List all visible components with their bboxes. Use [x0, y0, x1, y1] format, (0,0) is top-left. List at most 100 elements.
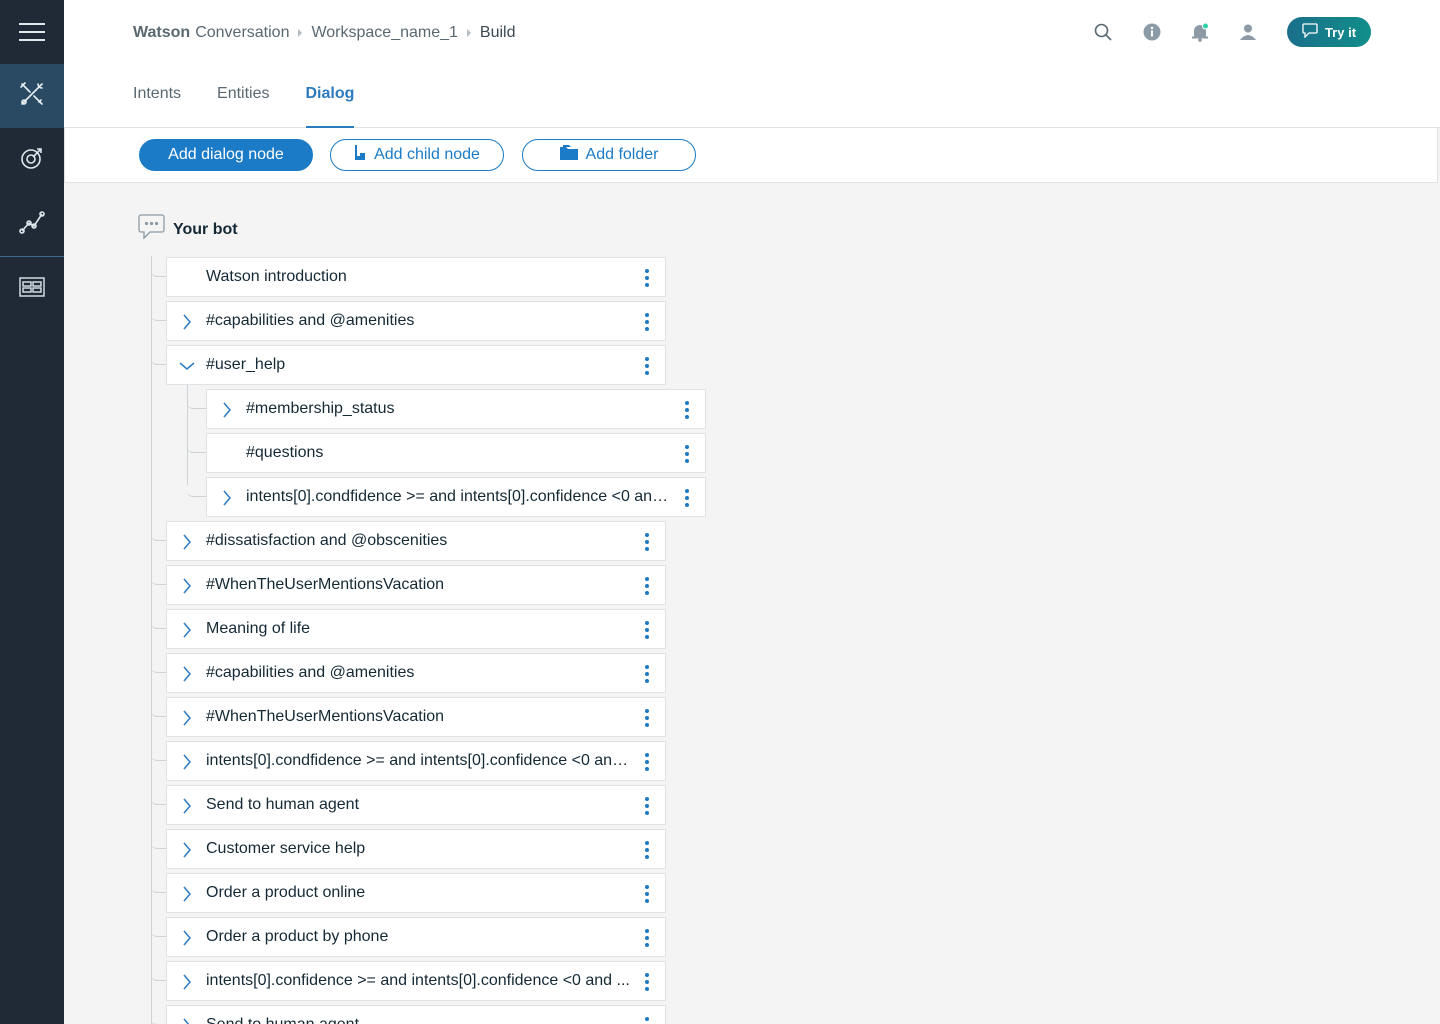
chevron-right-icon[interactable] — [179, 929, 195, 947]
menu-icon[interactable] — [0, 0, 64, 64]
overflow-menu-icon[interactable] — [683, 445, 691, 463]
tab-dialog[interactable]: Dialog — [305, 85, 354, 128]
overflow-menu-icon[interactable] — [683, 401, 691, 419]
breadcrumb-conversation[interactable]: Conversation — [195, 24, 289, 42]
chevron-right-icon[interactable] — [179, 313, 195, 331]
sidebar-item-analytics[interactable] — [0, 192, 64, 256]
dialog-node[interactable]: #dissatisfaction and @obscenities — [166, 521, 666, 561]
chevron-right-icon[interactable] — [179, 753, 195, 771]
chevron-right-icon[interactable] — [179, 1017, 195, 1024]
header: Watson Conversation Workspace_name_1 Bui… — [64, 0, 1440, 128]
node-label: #dissatisfaction and @obscenities — [206, 532, 448, 549]
overflow-menu-icon[interactable] — [683, 489, 691, 507]
dialog-child-node[interactable]: #questions — [206, 433, 706, 473]
tree-connector — [151, 701, 166, 717]
node-label: #capabilities and @amenities — [206, 312, 415, 329]
node-label: Order a product by phone — [206, 928, 389, 945]
breadcrumb-workspace[interactable]: Workspace_name_1 — [311, 24, 457, 42]
overflow-menu-icon[interactable] — [643, 973, 651, 991]
dialog-node[interactable]: #WhenTheUserMentionsVacation — [166, 565, 666, 605]
sidebar-item-improve[interactable] — [0, 128, 64, 192]
add-child-node-button[interactable]: Add child node — [330, 139, 504, 171]
node-label: Order a product online — [206, 884, 366, 901]
chevron-right-icon[interactable] — [179, 621, 195, 639]
chevron-right-icon[interactable] — [219, 401, 235, 419]
overflow-menu-icon[interactable] — [643, 357, 651, 375]
tools-icon — [19, 81, 45, 112]
dialog-node[interactable]: intents[0].condfidence >= and intents[0]… — [166, 741, 666, 781]
overflow-menu-icon[interactable] — [643, 313, 651, 331]
overflow-menu-icon[interactable] — [643, 929, 651, 947]
breadcrumb-separator-icon — [466, 29, 471, 37]
dashboard-icon — [19, 276, 45, 302]
node-label: #WhenTheUserMentionsVacation — [206, 576, 445, 593]
node-label: intents[0].condfidence >= and intents[0]… — [246, 488, 671, 505]
overflow-menu-icon[interactable] — [643, 665, 651, 683]
try-it-label: Try it — [1324, 24, 1357, 40]
chevron-right-icon[interactable] — [179, 973, 195, 991]
tree-connector — [151, 921, 166, 937]
dialog-node[interactable]: intents[0].confidence >= and intents[0].… — [166, 961, 666, 1001]
dialog-node[interactable]: #capabilities and @amenities — [166, 301, 666, 341]
tree-connector — [151, 789, 166, 805]
chevron-down-icon[interactable] — [179, 357, 195, 375]
dialog-node[interactable]: #capabilities and @amenities — [166, 653, 666, 693]
child-trunk-line — [187, 385, 188, 485]
add-folder-button[interactable]: Add folder — [522, 139, 696, 171]
child-node-icon — [354, 145, 366, 165]
chevron-right-icon[interactable] — [179, 533, 195, 551]
brand-name: Watson — [133, 24, 191, 41]
sidebar-item-build[interactable] — [0, 64, 64, 128]
dialog-node[interactable]: Customer service help — [166, 829, 666, 869]
node-label: #WhenTheUserMentionsVacation — [206, 708, 445, 725]
sidebar — [0, 0, 64, 1024]
node-label: Meaning of life — [206, 620, 311, 637]
chevron-right-icon[interactable] — [179, 841, 195, 859]
info-icon[interactable] — [1140, 20, 1164, 44]
user-avatar-icon[interactable] — [1236, 20, 1260, 44]
node-label: #questions — [246, 444, 324, 461]
tab-intents[interactable]: Intents — [133, 85, 181, 128]
dialog-node[interactable]: Meaning of life — [166, 609, 666, 649]
search-icon[interactable] — [1091, 20, 1115, 44]
dialog-node[interactable]: Send to human agent — [166, 1005, 666, 1024]
dialog-child-node[interactable]: #membership_status — [206, 389, 706, 429]
chevron-right-icon[interactable] — [179, 665, 195, 683]
chevron-right-icon[interactable] — [179, 885, 195, 903]
dialog-node[interactable]: Order a product online — [166, 873, 666, 913]
node-label: Send to human agent — [206, 1016, 359, 1024]
dialog-node[interactable]: Send to human agent — [166, 785, 666, 825]
chevron-right-icon[interactable] — [179, 577, 195, 595]
overflow-menu-icon[interactable] — [643, 577, 651, 595]
overflow-menu-icon[interactable] — [643, 885, 651, 903]
dialog-child-node[interactable]: intents[0].condfidence >= and intents[0]… — [206, 477, 706, 517]
dialog-node[interactable]: #WhenTheUserMentionsVacation — [166, 697, 666, 737]
tree-connector — [151, 965, 166, 981]
folder-icon — [559, 145, 578, 165]
overflow-menu-icon[interactable] — [643, 841, 651, 859]
tab-entities[interactable]: Entities — [217, 85, 269, 128]
node-label: #capabilities and @amenities — [206, 664, 415, 681]
add-dialog-node-button[interactable]: Add dialog node — [139, 139, 313, 171]
chevron-right-icon[interactable] — [179, 797, 195, 815]
overflow-menu-icon[interactable] — [643, 533, 651, 551]
chat-bubble-icon — [1302, 23, 1318, 41]
overflow-menu-icon[interactable] — [643, 621, 651, 639]
overflow-menu-icon[interactable] — [643, 1017, 651, 1024]
dialog-node[interactable]: #user_help — [166, 345, 666, 385]
notification-bell-icon[interactable] — [1188, 20, 1212, 44]
overflow-menu-icon[interactable] — [643, 269, 651, 287]
dialog-node[interactable]: Order a product by phone — [166, 917, 666, 957]
target-icon — [19, 145, 45, 176]
tree-connector — [151, 261, 166, 277]
node-label: #membership_status — [246, 400, 395, 417]
tree-connector — [151, 877, 166, 893]
overflow-menu-icon[interactable] — [643, 753, 651, 771]
chevron-right-icon[interactable] — [219, 489, 235, 507]
try-it-button[interactable]: Try it — [1287, 17, 1371, 47]
dialog-node[interactable]: Watson introduction — [166, 257, 666, 297]
sidebar-item-deploy[interactable] — [0, 257, 64, 321]
overflow-menu-icon[interactable] — [643, 797, 651, 815]
overflow-menu-icon[interactable] — [643, 709, 651, 727]
chevron-right-icon[interactable] — [179, 709, 195, 727]
